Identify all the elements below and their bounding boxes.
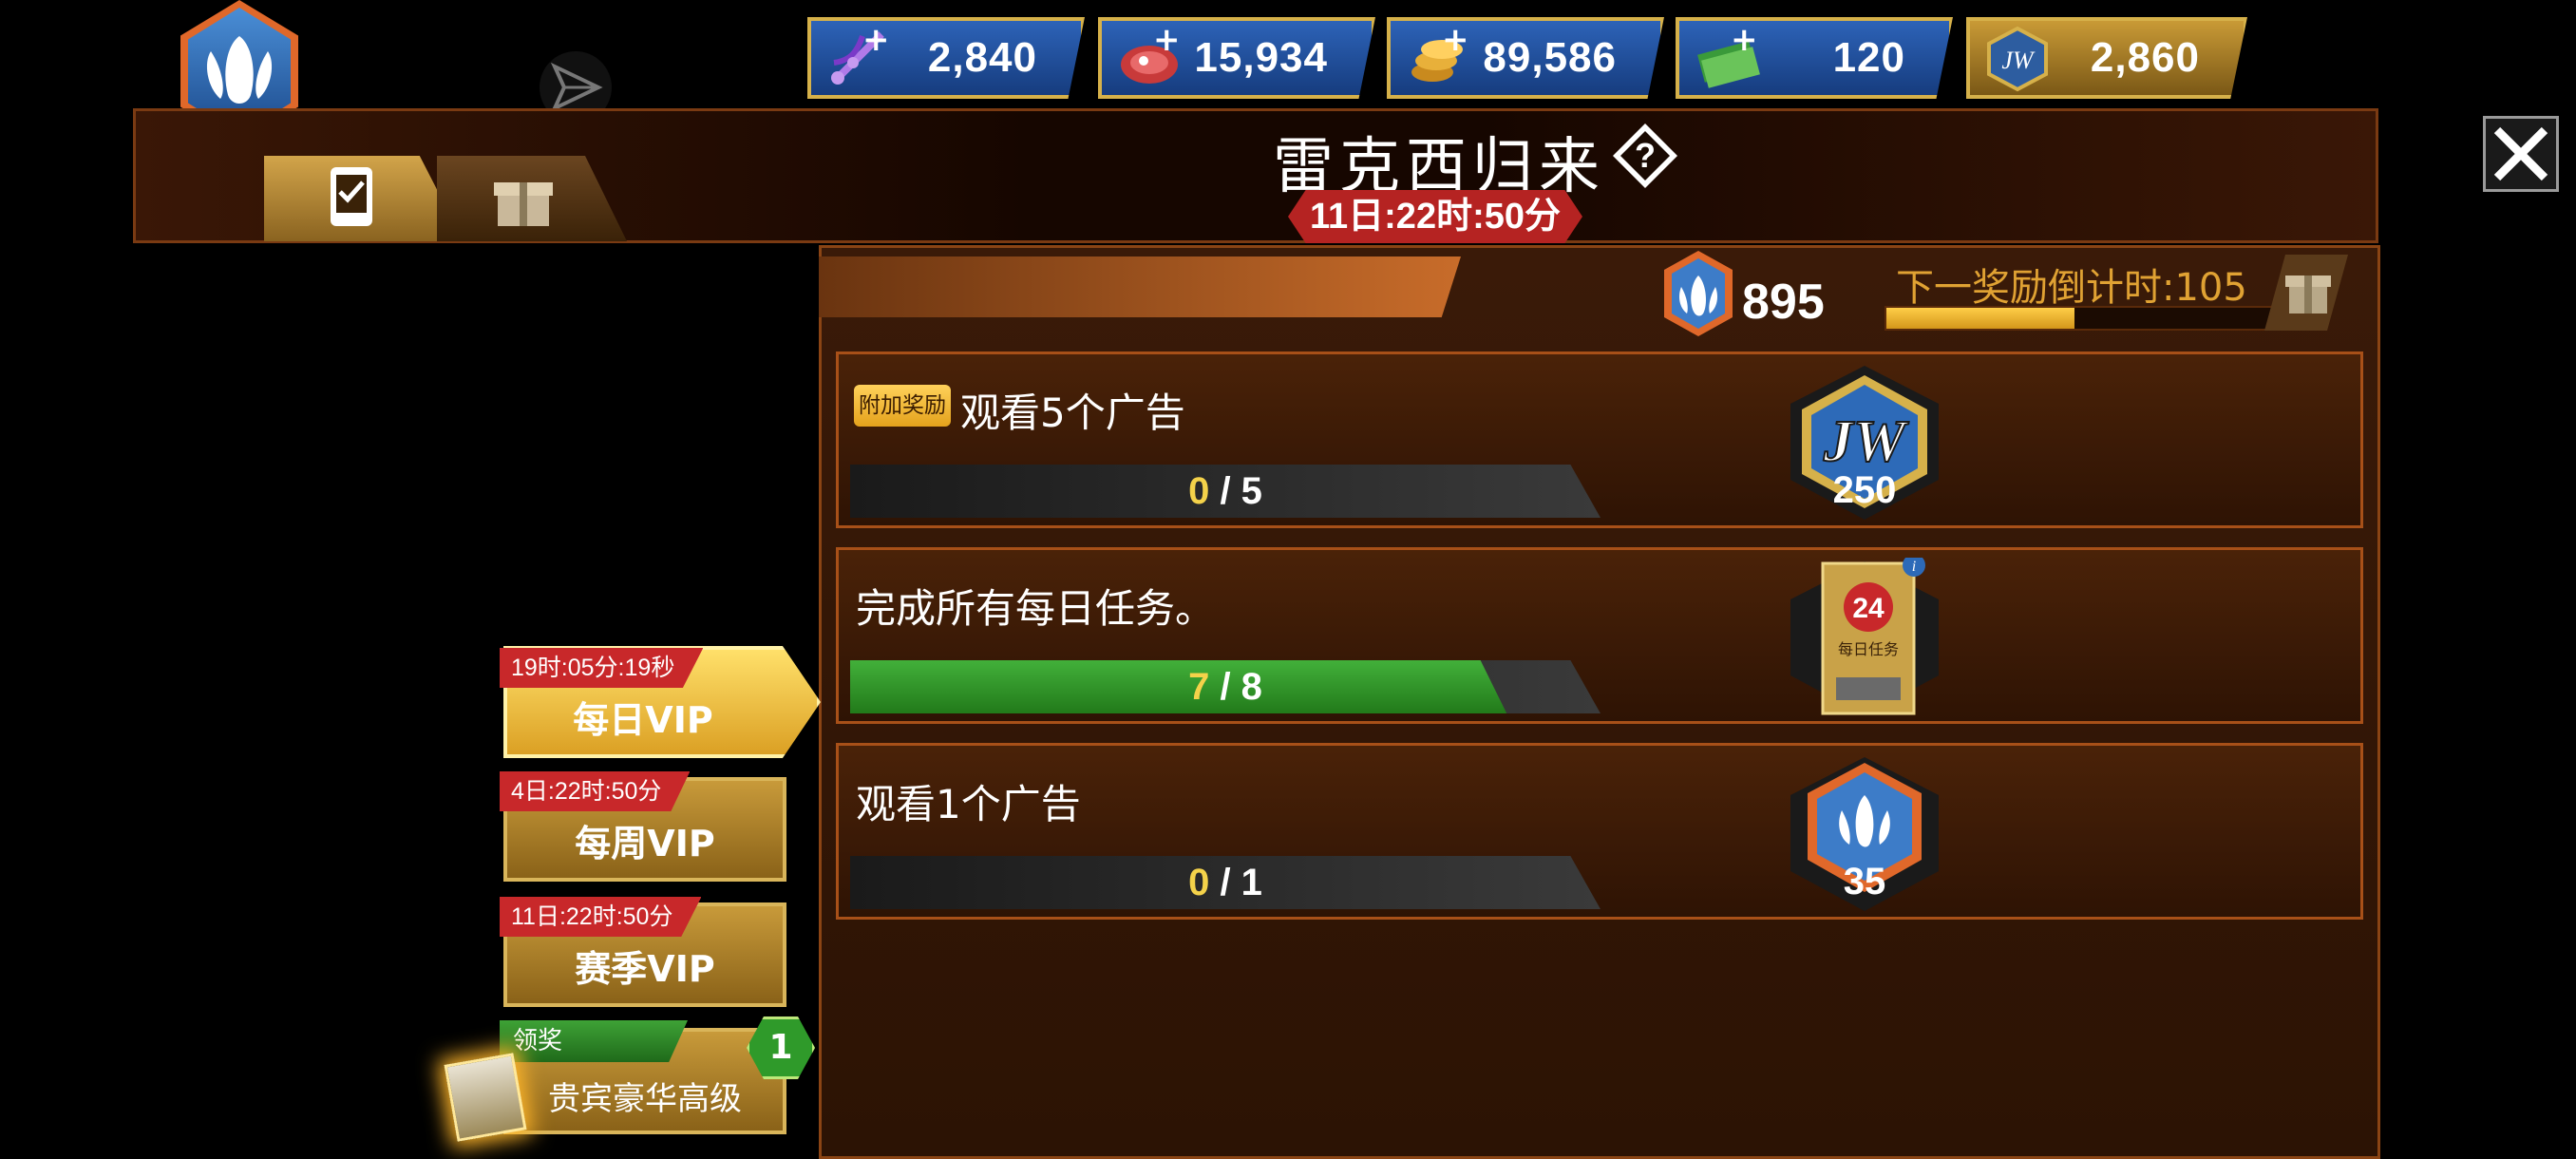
vip-weekly-timer: 4日:22时:50分	[500, 771, 691, 811]
currency-dna[interactable]: + 2,840	[807, 17, 1085, 99]
next-reward-progress	[1885, 306, 2280, 331]
currency-value: 15,934	[1194, 34, 1328, 81]
task-reward[interactable]: JW 250	[1779, 362, 1950, 523]
task-progress-total: 1	[1241, 862, 1262, 903]
task-progress: 7 / 8	[850, 660, 1601, 713]
task-title: 完成所有每日任务。	[856, 585, 1216, 632]
add-icon: +	[862, 21, 890, 59]
close-icon	[2493, 126, 2548, 181]
task-row: 附加奖励 观看5个广告 0 / 5 JW 250	[836, 352, 2363, 528]
task-progress-total: 5	[1241, 470, 1262, 512]
task-progress: 0 / 5	[850, 465, 1601, 518]
help-button[interactable]: ?	[1611, 122, 1679, 190]
task-progress-current: 0	[1188, 470, 1210, 512]
card-number: 24	[1852, 593, 1885, 624]
task-row: 完成所有每日任务。 7 / 8 24 每日任务 i	[836, 547, 2363, 724]
gift-box-icon	[2264, 255, 2348, 331]
currency-value: 2,860	[2090, 34, 2200, 81]
task-row: 观看1个广告 0 / 1 35	[836, 743, 2363, 920]
add-icon: +	[1442, 21, 1469, 59]
vip-label: 每周VIP	[575, 823, 715, 864]
task-reward[interactable]: 35	[1779, 753, 1950, 915]
task-progress-total: 8	[1241, 666, 1262, 708]
premium-card-icon	[444, 1053, 527, 1142]
currency-value: 89,586	[1483, 34, 1617, 81]
task-progress-text: 7 / 8	[1188, 666, 1262, 708]
vip-label: 贵宾豪华高级	[548, 1080, 742, 1118]
claim-label: 领奖	[500, 1020, 688, 1062]
currency-food[interactable]: + 15,934	[1098, 17, 1375, 99]
svg-text:i: i	[1912, 559, 1916, 575]
reward-amount: 35	[1843, 861, 1886, 902]
svg-text:JW: JW	[1823, 409, 1909, 474]
next-reward-label: 下一奖励倒计时:105	[1896, 266, 2247, 310]
task-progress-text: 0 / 1	[1188, 862, 1262, 903]
vip-label: 每日VIP	[573, 699, 713, 741]
vip-label: 赛季VIP	[575, 948, 715, 990]
currency-coins[interactable]: + 89,586	[1387, 17, 1664, 99]
gift-box-icon	[494, 182, 553, 226]
vip-season-timer: 11日:22时:50分	[500, 897, 702, 937]
task-progress: 0 / 1	[850, 856, 1601, 909]
event-timer: 11日:22时:50分	[1288, 190, 1582, 243]
currency-value: 2,840	[927, 34, 1037, 81]
reward-amount: 250	[1832, 469, 1897, 511]
currency-value: 120	[1832, 34, 1905, 81]
svg-text:?: ?	[1635, 136, 1656, 175]
task-progress-current: 0	[1188, 862, 1210, 903]
daily-task-card-icon: 24 每日任务 i	[1790, 554, 1939, 715]
event-points-value: 895	[1742, 275, 1825, 330]
task-reward[interactable]: 24 每日任务 i	[1779, 554, 1950, 719]
add-icon: +	[1153, 21, 1181, 59]
bonus-badge: 附加奖励	[854, 385, 951, 427]
currency-cash[interactable]: + 120	[1676, 17, 1953, 99]
next-reward-gift[interactable]	[2264, 255, 2348, 331]
add-icon: +	[1731, 21, 1758, 59]
question-icon: ?	[1613, 124, 1677, 188]
event-points-icon	[1662, 249, 1734, 338]
svg-text:JW: JW	[2001, 47, 2036, 74]
panel-header-bar	[819, 256, 1461, 317]
task-title: 观看5个广告	[960, 390, 1185, 436]
close-button[interactable]	[2483, 116, 2559, 192]
task-progress-text: 0 / 5	[1188, 470, 1262, 512]
task-title: 观看1个广告	[856, 781, 1081, 827]
task-progress-current: 7	[1188, 666, 1210, 708]
task-checklist-icon	[331, 167, 372, 226]
vip-daily-timer: 19时:05分:19秒	[500, 648, 704, 688]
card-label: 每日任务	[1838, 640, 1899, 658]
currency-jw[interactable]: JW 2,860	[1966, 17, 2247, 99]
jw-logo-icon: JW	[1987, 26, 2048, 92]
next-reward-progress-fill	[1886, 308, 2074, 329]
